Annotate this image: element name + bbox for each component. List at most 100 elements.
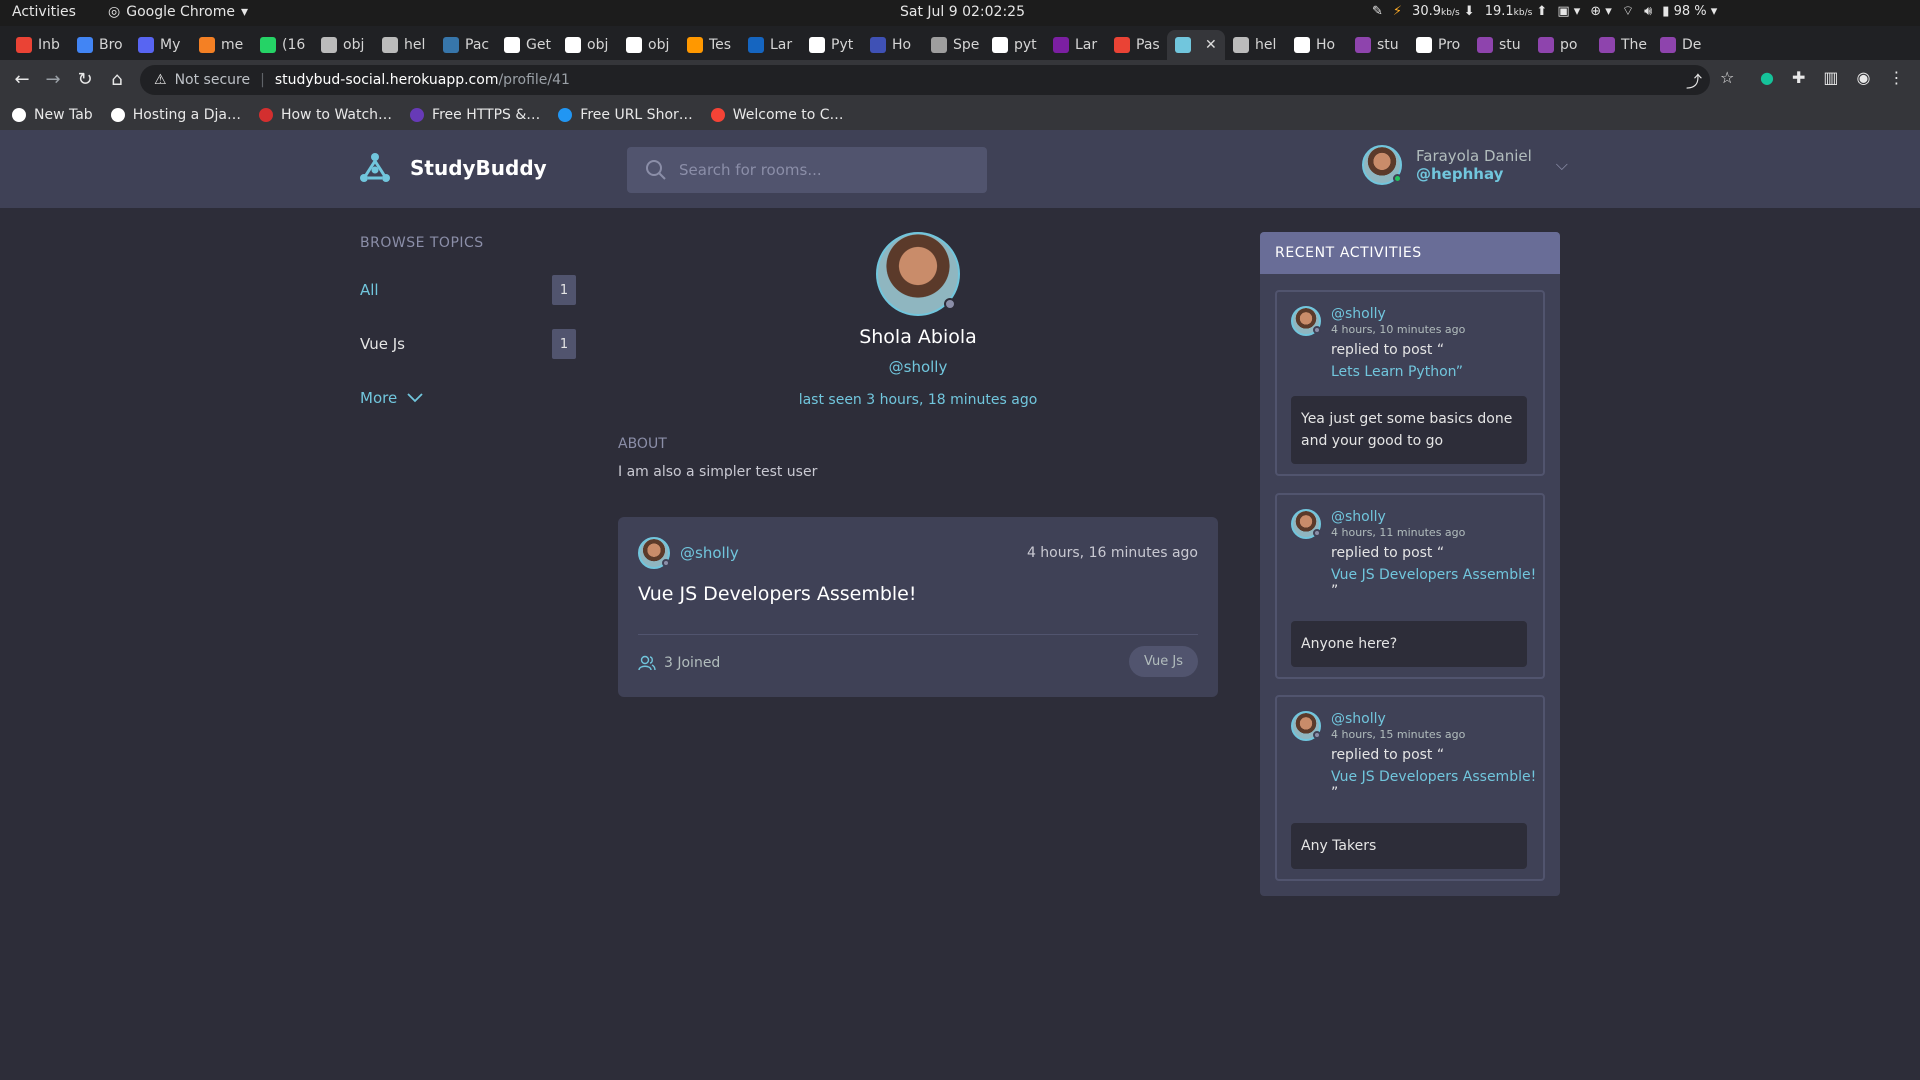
browser-tab[interactable]: Inb xyxy=(8,30,69,60)
status-dot xyxy=(1313,326,1321,334)
browser-tab[interactable]: Lar xyxy=(740,30,801,60)
browser-tab[interactable]: Pro xyxy=(1408,30,1469,60)
browser-tab[interactable]: obj xyxy=(557,30,618,60)
topic-item-vue-js[interactable]: Vue Js 1 xyxy=(360,329,576,359)
browser-tab[interactable]: pyt xyxy=(984,30,1045,60)
activity-avatar[interactable] xyxy=(1291,711,1321,741)
h-icon xyxy=(1599,37,1615,53)
browser-tab[interactable]: hel xyxy=(374,30,435,60)
h-icon xyxy=(1355,37,1371,53)
activity-header: @sholly 4 hours, 15 minutes ago replied to… xyxy=(1291,711,1536,801)
browser-tab[interactable]: stu xyxy=(1469,30,1530,60)
tab-label: Lar xyxy=(770,37,793,53)
search-box[interactable] xyxy=(627,147,987,193)
search-input[interactable] xyxy=(679,161,979,179)
activity-action: replied to post “ xyxy=(1331,747,1445,763)
room-title[interactable]: Vue JS Developers Assemble! xyxy=(638,583,916,605)
browser-tab[interactable]: (16 xyxy=(252,30,313,60)
browser-tab[interactable]: stu xyxy=(1347,30,1408,60)
activity-meta: @sholly 4 hours, 10 minutes ago replied to… xyxy=(1331,306,1465,380)
activity-header: @sholly 4 hours, 10 minutes ago replied to… xyxy=(1291,306,1465,380)
people-icon xyxy=(138,37,154,53)
menu-icon[interactable]: ⋮ xyxy=(1888,68,1904,87)
tab-label: obj xyxy=(587,37,609,53)
more-topics-button[interactable]: More xyxy=(360,389,576,407)
tab-label: Ho xyxy=(1316,37,1336,53)
activity-avatar[interactable] xyxy=(1291,509,1321,539)
clipboard-icon: ▣ ▾ xyxy=(1557,3,1581,19)
bookmark-label: How to Watch… xyxy=(280,107,393,123)
activity-user[interactable]: @sholly xyxy=(1331,711,1536,727)
bookmark-item[interactable]: Free URL Shor… xyxy=(558,107,693,123)
activity-user[interactable]: @sholly xyxy=(1331,509,1536,525)
hexagon-icon xyxy=(992,37,1008,53)
home-icon[interactable]: ⌂ xyxy=(105,68,129,92)
browser-tab[interactable]: Spe xyxy=(923,30,984,60)
browser-tab[interactable]: De xyxy=(1652,30,1713,60)
close-tab-icon[interactable]: ✕ xyxy=(1205,37,1217,53)
browser-tab[interactable]: obj xyxy=(618,30,679,60)
activity-post-link[interactable]: Vue JS Developers Assemble! xyxy=(1331,567,1536,583)
activity-avatar[interactable] xyxy=(1291,306,1321,336)
forward-icon[interactable]: → xyxy=(41,68,65,92)
activity-message: Any Takers xyxy=(1291,823,1527,869)
side-panel-icon[interactable]: ▥ xyxy=(1823,68,1838,87)
activities-button[interactable]: Activities xyxy=(12,4,76,20)
reload-icon[interactable]: ↻ xyxy=(73,68,97,92)
grammarly-icon[interactable]: ● xyxy=(1760,68,1774,87)
browser-tab[interactable]: Pas xyxy=(1106,30,1167,60)
activity-post-link[interactable]: Vue JS Developers Assemble! xyxy=(1331,769,1536,785)
user-menu[interactable]: Farayola Daniel @hephhay ⌵ xyxy=(1362,145,1568,185)
browser-tab[interactable]: My xyxy=(130,30,191,60)
browser-tab[interactable]: obj xyxy=(313,30,374,60)
bookmark-item[interactable]: Welcome to C… xyxy=(710,107,844,123)
tab-label: Get xyxy=(526,37,551,53)
browser-tab[interactable]: The xyxy=(1591,30,1652,60)
browser-tab[interactable]: po xyxy=(1530,30,1591,60)
address-bar[interactable]: ⚠ Not secure | studybud-social.herokuapp… xyxy=(140,65,1710,95)
activity-time: 4 hours, 10 minutes ago xyxy=(1331,323,1466,336)
browser-tab[interactable]: Get xyxy=(496,30,557,60)
tab-label: obj xyxy=(343,37,365,53)
flame-icon xyxy=(710,108,725,122)
profile-icon[interactable]: ◉ xyxy=(1857,68,1871,87)
share-icon[interactable]: ⤴ xyxy=(1686,68,1702,92)
activity-quote-close: ” xyxy=(1331,583,1339,599)
topic-item-all[interactable]: All 1 xyxy=(360,275,576,305)
browser-tab[interactable]: Lar xyxy=(1045,30,1106,60)
puzzle-icon xyxy=(110,108,125,122)
extensions-icon[interactable]: ✚ xyxy=(1792,68,1805,87)
system-tray[interactable]: ✎ ⚡ 30.9kb/s ⬇ 19.1kb/s ⬆ ▣ ▾ ⊕ ▾ ⌔ 🔊︎ ▮… xyxy=(1372,3,1717,20)
browser-tab[interactable]: Pyt xyxy=(801,30,862,60)
browser-tab[interactable]: Bro xyxy=(69,30,130,60)
h-icon xyxy=(1660,37,1676,53)
about-text: I am also a simpler test user xyxy=(618,464,818,480)
bookmark-star-icon[interactable]: ☆ xyxy=(1720,68,1734,92)
logo[interactable]: StudyBuddy xyxy=(358,152,547,184)
tab-label: Bro xyxy=(99,37,123,53)
browser-tab[interactable]: ✕ xyxy=(1167,30,1225,60)
back-icon[interactable]: ← xyxy=(10,68,34,92)
bookmark-item[interactable]: Free HTTPS &… xyxy=(410,107,540,123)
room-host[interactable]: @sholly xyxy=(638,537,739,569)
tab-label: pyt xyxy=(1014,37,1037,53)
bookmark-item[interactable]: Hosting a Dja… xyxy=(110,107,241,123)
address-divider: | xyxy=(260,72,265,88)
browser-tab[interactable]: me xyxy=(191,30,252,60)
browser-tab[interactable]: Ho xyxy=(1286,30,1347,60)
browser-tab[interactable]: hel xyxy=(1225,30,1286,60)
bookmark-item[interactable]: New Tab xyxy=(12,107,93,123)
browser-tab[interactable]: Ho xyxy=(862,30,923,60)
chevron-down-icon[interactable]: ⌵ xyxy=(1556,155,1568,175)
bookmark-item[interactable]: How to Watch… xyxy=(258,107,393,123)
bookmark-label: Welcome to C… xyxy=(732,107,844,123)
pc-icon xyxy=(258,108,273,122)
clock[interactable]: Sat Jul 9 02:02:25 xyxy=(900,4,1025,20)
tab-label: Ho xyxy=(892,37,912,53)
browser-tab[interactable]: Tes xyxy=(679,30,740,60)
browser-tab[interactable]: Pac xyxy=(435,30,496,60)
app-menu[interactable]: ◎ Google Chrome ▾ xyxy=(108,4,248,20)
activity-user[interactable]: @sholly xyxy=(1331,306,1465,322)
room-topic-badge[interactable]: Vue Js xyxy=(1129,646,1198,677)
activity-post-link[interactable]: Lets Learn Python” xyxy=(1331,364,1465,380)
